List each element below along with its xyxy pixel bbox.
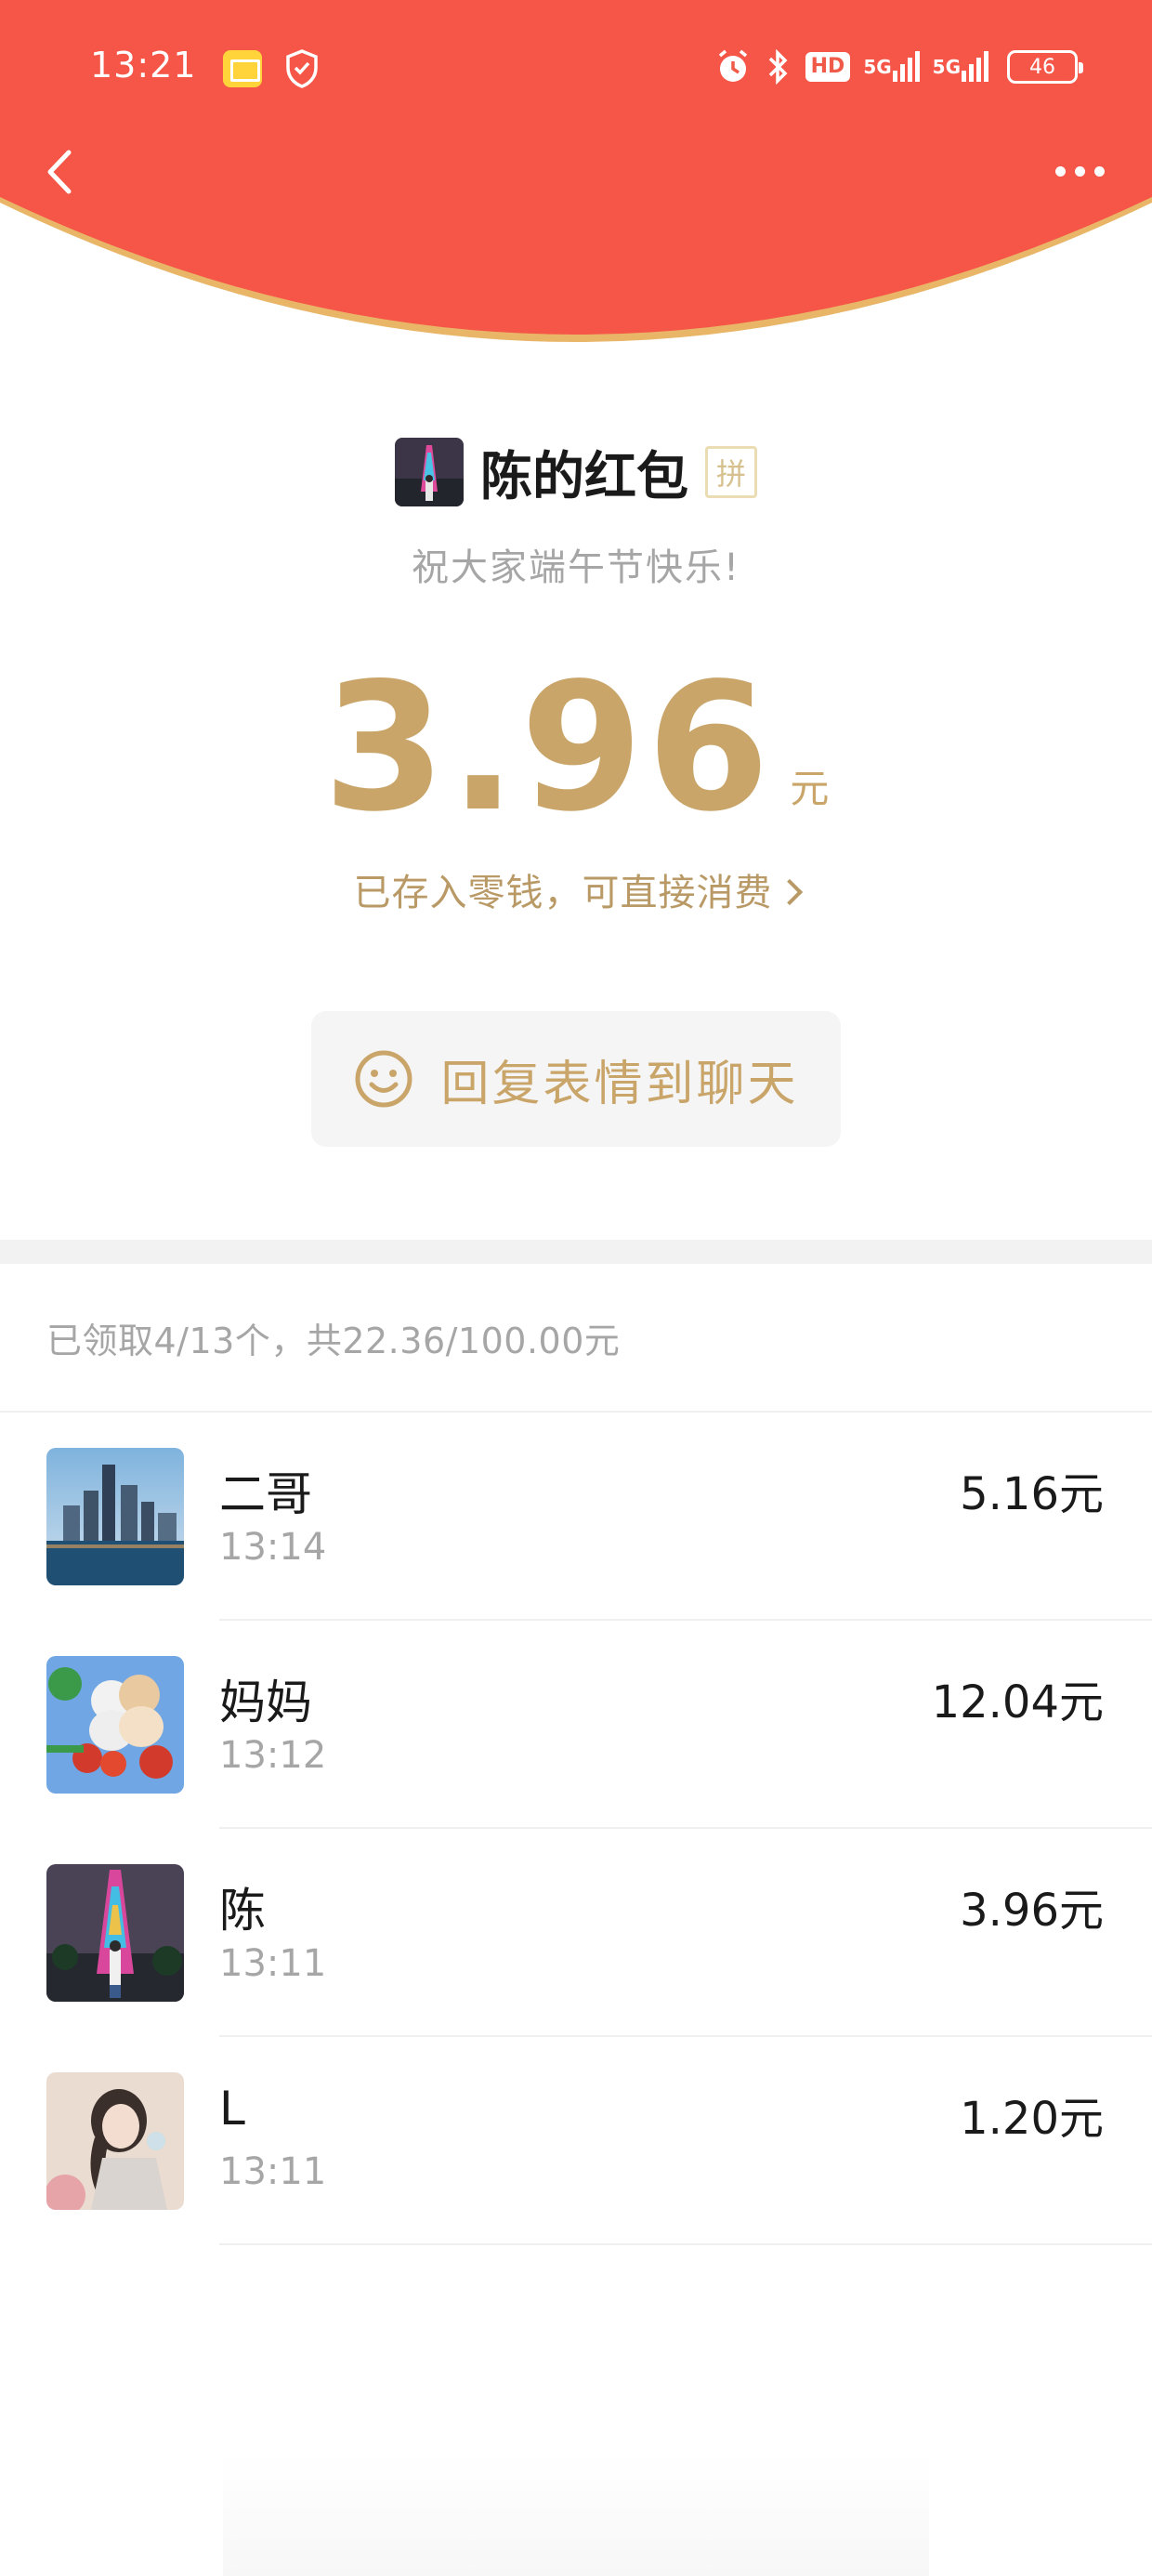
reply-sticker-button[interactable]: 回复表情到聊天 [311,1011,841,1147]
status-right-icons: HD 5G 5G 46 [714,45,1083,89]
receiver-amount: 3.96元 [960,1885,1104,1937]
back-button[interactable] [35,141,87,203]
alarm-icon [714,48,752,85]
sender-name: 陈的红包 [480,446,688,507]
list-item[interactable]: 陈 13:11 3.96元 [0,1829,1152,2037]
avatar[interactable] [46,2072,184,2210]
receiver-time: 13:11 [219,2150,327,2193]
status-time: 13:21 [90,45,197,85]
section-divider [0,1240,1152,1264]
list-item[interactable]: L 13:11 1.20元 [0,2037,1152,2245]
receiver-amount: 12.04元 [931,1676,1104,1728]
receiver-amount: 1.20元 [960,2093,1104,2145]
pin-badge: 拼 [705,446,757,498]
received-amount: 3.96 [322,645,774,850]
amount-row: 3.96 元 [0,651,1152,836]
reply-sticker-label: 回复表情到聊天 [440,1056,799,1112]
bluetooth-icon [765,48,792,85]
avatar[interactable] [46,1656,184,1794]
sender-avatar[interactable] [395,438,464,506]
row-divider [219,2243,1152,2245]
battery-icon: 46 [1007,50,1083,84]
avatar[interactable] [46,1864,184,2002]
shield-notification-icon [283,48,321,93]
receiver-name: 妈妈 [219,1676,312,1729]
more-dot [1054,165,1066,177]
chevron-left-icon [47,150,72,194]
bottom-fade [223,2453,929,2576]
receiver-name: 二哥 [219,1467,312,1521]
blessing-text: 祝大家端午节快乐! [411,546,741,589]
avatar[interactable] [46,1448,184,1585]
more-dot [1093,165,1105,177]
status-bar: 13:21 HD 5G 5G 46 [0,0,1152,139]
red-packet-detail-page: 13:21 HD 5G 5G 46 陈的红包 拼 祝大家端午节快乐! 3.96 … [0,0,1152,2576]
receiver-time: 13:14 [219,1526,327,1569]
mail-notification-icon [223,50,262,87]
battery-level: 46 [1029,55,1055,79]
signal-icon-1: 5G [863,50,920,84]
sender-row: 陈的红包 拼 [0,437,1152,507]
stored-note: 已存入零钱，可直接消费 [353,872,773,914]
amount-unit: 元 [790,766,830,811]
stored-to-change-link[interactable]: 已存入零钱，可直接消费 [0,862,1152,916]
list-item[interactable]: 二哥 13:14 5.16元 [0,1413,1152,1621]
more-button[interactable] [1042,151,1117,191]
more-dot [1074,165,1085,177]
receiver-name: L [219,2082,245,2136]
receiver-time: 13:12 [219,1734,327,1777]
smiley-icon [355,1050,412,1108]
receiver-time: 13:11 [219,1942,327,1985]
claim-summary: 已领取4/13个，共22.36/100.00元 [46,1321,621,1361]
receiver-name: 陈 [219,1884,266,1938]
chevron-right-icon [776,878,803,906]
receiver-amount: 5.16元 [960,1468,1104,1520]
signal-icon-2: 5G [933,50,988,84]
hd-voice-badge: HD [805,52,851,82]
list-item[interactable]: 妈妈 13:12 12.04元 [0,1621,1152,1829]
